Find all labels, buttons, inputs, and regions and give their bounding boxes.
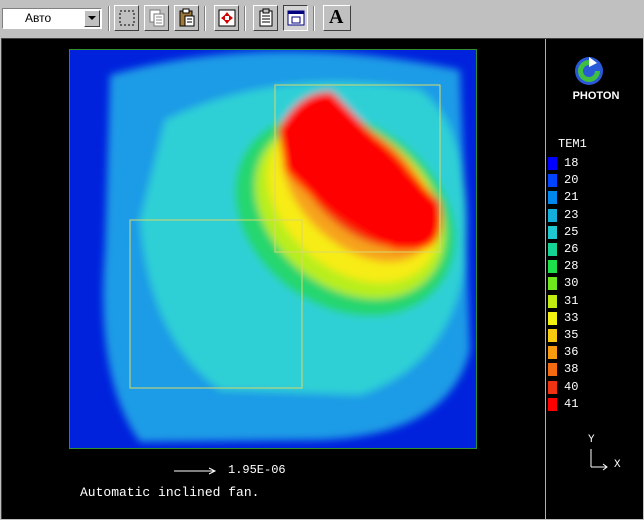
legend-label: 38 bbox=[564, 362, 579, 377]
legend-swatch bbox=[548, 329, 557, 342]
legend-swatch bbox=[548, 397, 557, 411]
toolbar-separator bbox=[244, 6, 246, 31]
legend-swatch bbox=[548, 157, 557, 170]
legend-label: 28 bbox=[564, 259, 579, 274]
legend-swatch bbox=[548, 208, 557, 222]
window-mode-button[interactable] bbox=[283, 5, 308, 31]
view-mode-select[interactable]: Авто bbox=[2, 8, 102, 29]
velocity-vector-field bbox=[103, 51, 470, 442]
legend-swatch bbox=[548, 363, 557, 377]
photon-logo-icon bbox=[575, 57, 603, 85]
view-mode-value: Авто bbox=[25, 11, 52, 25]
legend-label: 31 bbox=[564, 293, 579, 308]
vector-scale-value: 1.95E-06 bbox=[228, 463, 286, 477]
axis-x-label: X bbox=[614, 459, 621, 471]
copy-icon bbox=[149, 9, 165, 27]
temperature-contour-plot[interactable] bbox=[69, 49, 477, 449]
legend-swatch bbox=[548, 225, 557, 239]
toolbar: Авто A bbox=[0, 0, 644, 36]
legend-label: 20 bbox=[564, 173, 579, 188]
panel-divider bbox=[545, 39, 546, 519]
paste-button[interactable] bbox=[174, 5, 199, 31]
legend-label: 18 bbox=[564, 156, 579, 170]
paste-icon bbox=[179, 8, 195, 27]
legend-label: 40 bbox=[564, 379, 579, 394]
brand-label: PHOTON bbox=[572, 90, 620, 102]
axis-triad-icon bbox=[590, 449, 608, 471]
legend-label: 33 bbox=[564, 310, 579, 325]
legend-label: 35 bbox=[564, 328, 579, 342]
legend-swatch bbox=[548, 174, 557, 188]
legend-label: 23 bbox=[564, 207, 579, 222]
copy-button[interactable] bbox=[144, 5, 169, 31]
toolbar-separator bbox=[313, 6, 315, 31]
fit-view-icon bbox=[218, 9, 236, 27]
legend-label: 26 bbox=[564, 242, 579, 256]
properties-icon bbox=[259, 8, 273, 27]
properties-button[interactable] bbox=[253, 5, 278, 31]
legend-swatch bbox=[548, 311, 557, 325]
text-icon: A bbox=[329, 6, 344, 28]
axis-y-label: Y bbox=[588, 434, 595, 446]
legend-swatch bbox=[548, 346, 557, 360]
text-tool-button[interactable]: A bbox=[323, 5, 351, 31]
scale-arrow-icon bbox=[174, 467, 217, 475]
select-rect-button[interactable] bbox=[114, 5, 139, 31]
legend-label: 21 bbox=[564, 190, 579, 205]
legend-label: 25 bbox=[564, 224, 579, 239]
toolbar-separator bbox=[204, 6, 206, 31]
legend-label: 36 bbox=[564, 345, 579, 360]
legend-label: 41 bbox=[564, 396, 579, 411]
legend-swatch bbox=[548, 294, 557, 308]
legend-swatch bbox=[548, 191, 557, 205]
chevron-down-icon[interactable] bbox=[84, 10, 100, 27]
select-rect-icon bbox=[119, 10, 135, 26]
legend-label: 30 bbox=[564, 276, 579, 291]
window-mode-icon bbox=[287, 10, 305, 26]
legend-swatch bbox=[548, 243, 557, 256]
toolbar-separator bbox=[108, 6, 110, 31]
legend-swatch bbox=[548, 260, 557, 274]
legend-swatch bbox=[548, 277, 557, 291]
temperature-contours bbox=[103, 51, 470, 442]
legend-variable-title: TEM1 bbox=[558, 137, 587, 151]
plot-caption: Automatic inclined fan. bbox=[80, 485, 260, 500]
graphics-viewport[interactable]: 1.95E-06 Automatic inclined fan. PHOTON … bbox=[1, 38, 643, 519]
legend-swatch bbox=[548, 380, 557, 394]
fit-view-button[interactable] bbox=[214, 5, 239, 31]
